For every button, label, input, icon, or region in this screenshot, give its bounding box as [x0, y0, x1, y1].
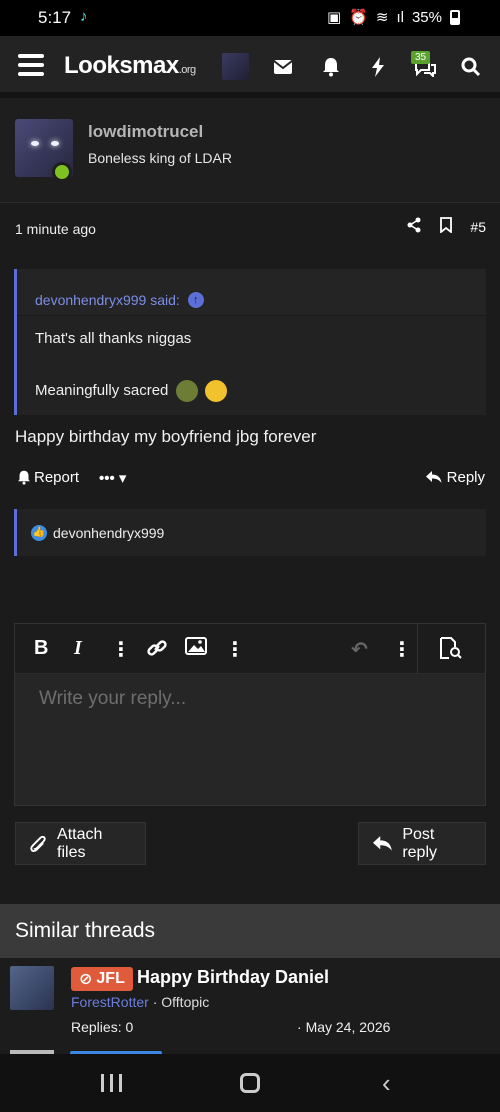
battery-percent: 35%: [411, 8, 442, 26]
toolbar-divider: [417, 624, 418, 674]
post-body: 1 minute ago #5 devonhendryx999 said: ↑ …: [0, 202, 500, 570]
reply-button[interactable]: Reply: [425, 469, 485, 486]
tiktok-icon: ♪: [80, 8, 88, 25]
home-button[interactable]: [240, 1073, 260, 1093]
arrow-up-icon[interactable]: ↑: [187, 292, 204, 308]
reaction-user[interactable]: devonhendryx999: [53, 525, 164, 541]
menu-icon[interactable]: [18, 54, 44, 76]
bell-icon: [18, 470, 30, 485]
undo-icon[interactable]: ↶: [351, 637, 368, 662]
grin-emoji-icon: [204, 380, 227, 402]
image-icon[interactable]: [185, 637, 207, 661]
quote-line: That's all thanks niggas: [35, 330, 192, 347]
post-timestamp[interactable]: 1 minute ago: [15, 221, 96, 237]
more-insert-button[interactable]: ⋮: [225, 637, 245, 662]
preview-icon[interactable]: [439, 637, 463, 665]
reply-icon: [425, 471, 442, 483]
quote-content: That's all thanks niggas Meaningfully sa…: [17, 316, 486, 402]
thread-forum[interactable]: Offtopic: [161, 994, 209, 1010]
report-button[interactable]: Report: [17, 469, 79, 486]
reply-textarea[interactable]: Write your reply...: [15, 674, 485, 805]
reply-icon: [373, 835, 392, 851]
thread-meta: ForestRotter · Offtopic: [71, 994, 210, 1010]
bold-button[interactable]: B: [34, 637, 48, 660]
reply-editor: B I ⋮ ⋮ ↶ ⋮ Write your reply...: [14, 623, 486, 806]
user-title: Boneless king of LDAR: [88, 150, 232, 166]
editor-toolbar: B I ⋮ ⋮ ↶ ⋮: [15, 624, 485, 674]
wifi-icon: ≋: [375, 9, 389, 26]
thread-author[interactable]: ForestRotter: [71, 994, 149, 1010]
bookmark-icon[interactable]: [440, 217, 453, 236]
post-username[interactable]: lowdimotrucel: [88, 122, 203, 142]
status-icons: ▣ ⏰ ≋ ıl 35%: [327, 8, 460, 26]
tag-icon: ⊘: [79, 971, 93, 988]
thread-date: · May 24, 2026: [297, 1019, 391, 1035]
site-logo[interactable]: Looksmax.org: [64, 52, 196, 80]
post-user-info: lowdimotrucel Boneless king of LDAR: [0, 98, 500, 202]
search-icon[interactable]: [456, 52, 486, 82]
italic-button[interactable]: I: [74, 637, 82, 660]
back-button[interactable]: ‹: [382, 1068, 391, 1099]
thread-replies: Replies: 0: [71, 1019, 134, 1035]
post-reply-button[interactable]: Post reply: [358, 822, 486, 865]
thread-title[interactable]: Happy Birthday Daniel: [137, 967, 329, 988]
similar-threads-heading: Similar threads: [0, 904, 500, 958]
attach-files-button[interactable]: Attach files: [15, 822, 146, 865]
quote-line-2: Meaningfully sacred: [35, 380, 486, 402]
quote-author[interactable]: devonhendryx999 said:: [35, 292, 180, 308]
inbox-icon[interactable]: [268, 52, 298, 82]
status-time: 5:17: [38, 8, 72, 27]
account-avatar[interactable]: [222, 53, 249, 80]
thread-author-avatar[interactable]: [10, 966, 54, 1010]
post-number[interactable]: #5: [470, 219, 486, 235]
share-icon[interactable]: [406, 217, 422, 236]
quote-block: devonhendryx999 said: ↑ That's all thank…: [14, 269, 486, 415]
reactions-bar[interactable]: 👍 devonhendryx999: [14, 509, 486, 556]
like-icon: 👍: [31, 524, 47, 541]
lightning-icon[interactable]: [363, 52, 393, 82]
bell-icon[interactable]: [316, 52, 346, 82]
battery-icon: [450, 9, 460, 25]
status-bar: 5:17 ♪ ▣ ⏰ ≋ ıl 35%: [0, 0, 500, 36]
more-options-button[interactable]: ••• ▾: [99, 469, 126, 487]
notification-icon: ▣: [327, 9, 342, 26]
more-tools-button[interactable]: ⋮: [392, 637, 412, 662]
shrek-emoji-icon: [175, 380, 198, 402]
link-icon[interactable]: [146, 637, 168, 665]
post-actions-top: #5: [406, 217, 486, 236]
post-footer: Report ••• ▾ Reply: [15, 469, 485, 493]
alarm-icon: ⏰: [349, 9, 368, 26]
system-nav-bar: ‹: [0, 1054, 500, 1112]
online-indicator: [52, 162, 72, 182]
conversations-badge: 35: [411, 51, 431, 64]
thread-prefix[interactable]: ⊘ JFL: [71, 967, 133, 991]
site-header: Looksmax.org 35: [0, 36, 500, 98]
list-item[interactable]: ⊘ JFL Happy Birthday Daniel ForestRotter …: [0, 958, 500, 1054]
post-message: Happy birthday my boyfriend jbg forever: [15, 427, 317, 446]
quote-header[interactable]: devonhendryx999 said: ↑: [17, 269, 486, 316]
more-format-button[interactable]: ⋮: [111, 637, 131, 662]
recent-apps-button[interactable]: [101, 1074, 122, 1092]
paperclip-icon: [30, 835, 46, 852]
signal-icon: ıl: [396, 8, 404, 26]
